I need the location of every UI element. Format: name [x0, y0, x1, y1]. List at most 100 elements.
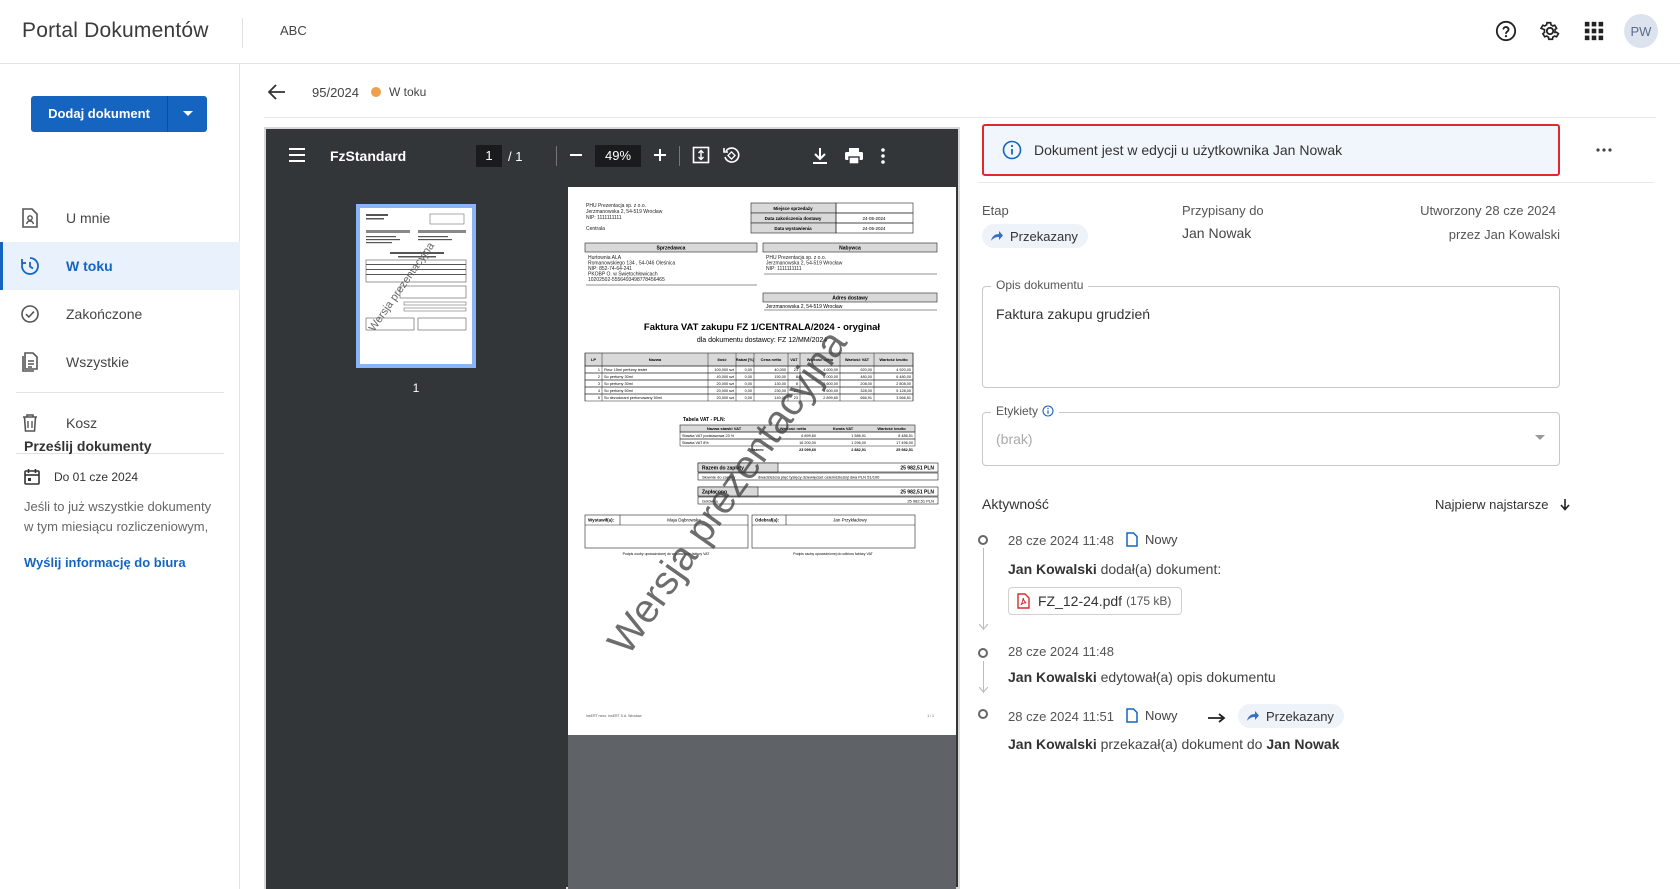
timeline-arrow-icon [979, 687, 988, 693]
pdf-page-count: 1 / 1 [927, 714, 934, 718]
document-number: 95/2024 [312, 84, 359, 100]
divider [679, 146, 680, 166]
stage-chip[interactable]: Przekazany [982, 224, 1088, 248]
more-horizontal-icon[interactable] [1592, 138, 1616, 162]
pdf-footer: InsERT nexo: InsERT S.A. Wrocław [586, 714, 642, 718]
upload-title: Prześlij dokumenty [24, 438, 152, 454]
meta-label: Data zakończenia dostawy [765, 216, 822, 221]
documents-icon [20, 352, 40, 372]
page-thumbnail[interactable]: Wersja prezentacyjna [356, 204, 476, 368]
seller-nip: NIP: 1111111111 [586, 215, 622, 221]
total-words-value: dwadzieścia pięć tysięcy dziewięćset osi… [758, 475, 880, 480]
divider [16, 392, 224, 393]
avatar[interactable]: PW [1624, 14, 1658, 48]
labels-placeholder: (brak) [996, 431, 1033, 447]
document-icon [1126, 708, 1138, 723]
zoom-input[interactable]: 49% [595, 145, 641, 167]
viewer-background [568, 735, 956, 889]
send-info-link[interactable]: Wyślij informację do biura [24, 555, 224, 570]
sort-toggle[interactable]: Najpierw najstarsze [1435, 497, 1571, 512]
sidebar-item-u-mnie[interactable]: U mnie [0, 194, 240, 242]
breadcrumb: 95/2024 W toku [268, 80, 426, 104]
event-actor: Jan Kowalski [1008, 736, 1097, 752]
sidebar-item-w-toku[interactable]: W toku [0, 242, 240, 290]
event-target: Jan Nowak [1266, 736, 1340, 752]
stage-label: Etap [982, 203, 1009, 218]
event-action: przekazał(a) dokument do [1100, 736, 1263, 752]
zoom-controls: 49% [556, 145, 740, 167]
cash-value: 25 982,51 PLN [907, 499, 934, 504]
menu-icon[interactable] [288, 147, 306, 166]
vat-cell: 1 296,00 [851, 441, 866, 445]
timeline-dot [978, 709, 988, 719]
chevron-down-icon [1535, 435, 1545, 441]
event-time: 28 cze 2024 11:48 [1008, 533, 1115, 548]
status-label: W toku [389, 85, 427, 99]
zoom-out-icon[interactable] [569, 148, 583, 165]
file-chip[interactable]: FZ_12-24.pdf (175 kB) [1008, 587, 1183, 615]
zoom-in-icon[interactable] [653, 148, 667, 165]
received-by-name: Jan Przykładowy [833, 518, 868, 523]
status-tag: Nowy [1126, 708, 1178, 723]
arrow-down-icon [1560, 498, 1571, 511]
page-input[interactable]: 1 [476, 145, 502, 167]
organization-name[interactable]: ABC [280, 23, 307, 38]
vat-cell: 16 200,00 [799, 441, 816, 445]
items-header: Ilość [717, 357, 727, 362]
items-cell: 2 899,60 [823, 396, 838, 400]
help-icon[interactable] [1492, 17, 1520, 45]
sort-label: Najpierw najstarsze [1435, 497, 1549, 512]
divider [556, 146, 557, 166]
items-cell: So perfumy 30ml [604, 375, 633, 379]
items-cell: 20,000 szt [716, 396, 734, 400]
stage-chip: Przekazany [1238, 704, 1344, 728]
items-cell: 3 566,51 [896, 396, 911, 400]
upload-date: Do 01 cze 2024 [54, 469, 139, 484]
centrala: Centrala [586, 226, 605, 232]
print-icon[interactable] [844, 147, 864, 168]
app-title[interactable]: Portal Dokumentów [22, 19, 209, 43]
vat-cell: 8 486,51 [898, 434, 913, 438]
add-document-button[interactable]: Dodaj dokument [31, 96, 167, 132]
event-actor: Jan Kowalski [1008, 669, 1097, 685]
gear-icon[interactable] [1536, 17, 1564, 45]
labels-select[interactable]: Etykiety (brak) [982, 404, 1560, 466]
divider [264, 117, 1656, 118]
items-cell: 208,00 [860, 382, 872, 386]
divider [978, 182, 1654, 183]
apps-grid-icon[interactable] [1580, 17, 1608, 45]
assigned-value: Jan Nowak [1182, 225, 1252, 241]
download-icon[interactable] [812, 147, 828, 168]
vat-cell: Stawka VAT 8% [682, 441, 709, 445]
rotate-icon[interactable] [722, 146, 740, 167]
items-cell: 0,00 [745, 389, 752, 393]
items-cell: 6 480,00 [896, 375, 911, 379]
meta-label: Miejsce sprzedaży [773, 206, 813, 211]
items-cell: 1 [598, 368, 600, 372]
sidebar-item-zakonczone[interactable]: Zakończone [0, 290, 240, 338]
more-vertical-icon[interactable] [880, 147, 886, 168]
event-text: Jan Kowalski przekazał(a) dokument do Ja… [1008, 736, 1340, 752]
clock-icon [20, 256, 40, 276]
upload-section: Prześlij dokumenty Do 01 cze 2024 Jeśli … [24, 438, 224, 570]
paid-value: 25 982,51 PLN [900, 490, 934, 496]
fit-page-icon[interactable] [692, 146, 710, 167]
items-cell: 480,00 [860, 375, 872, 379]
vat-cell: 2 882,91 [851, 448, 866, 452]
sidebar-item-wszystkie[interactable]: Wszystkie [0, 338, 240, 386]
back-arrow-icon[interactable] [268, 80, 292, 104]
pdf-viewer: FzStandard 1 / 1 49% Wersja prezentacyjn… [264, 127, 960, 889]
vat-header: Wartość brutto [877, 426, 906, 431]
items-cell: Fleur 15ml perfumy testet [604, 368, 648, 372]
info-small-icon[interactable] [1042, 405, 1054, 417]
document-user-icon [20, 208, 40, 228]
items-cell: 5 [598, 396, 600, 400]
labels-label: Etykiety [996, 404, 1039, 418]
description-field[interactable]: Opis dokumentu Faktura zakupu grudzień [982, 278, 1560, 388]
status-tag-label: Nowy [1145, 708, 1178, 723]
add-document-dropdown[interactable] [167, 96, 207, 132]
sidebar-item-label: Zakończone [66, 306, 143, 322]
top-bar: Portal Dokumentów ABC PW [0, 0, 1680, 64]
items-header: Rabat [%] [736, 357, 755, 362]
event-time: 28 cze 2024 11:51 [1008, 709, 1115, 724]
